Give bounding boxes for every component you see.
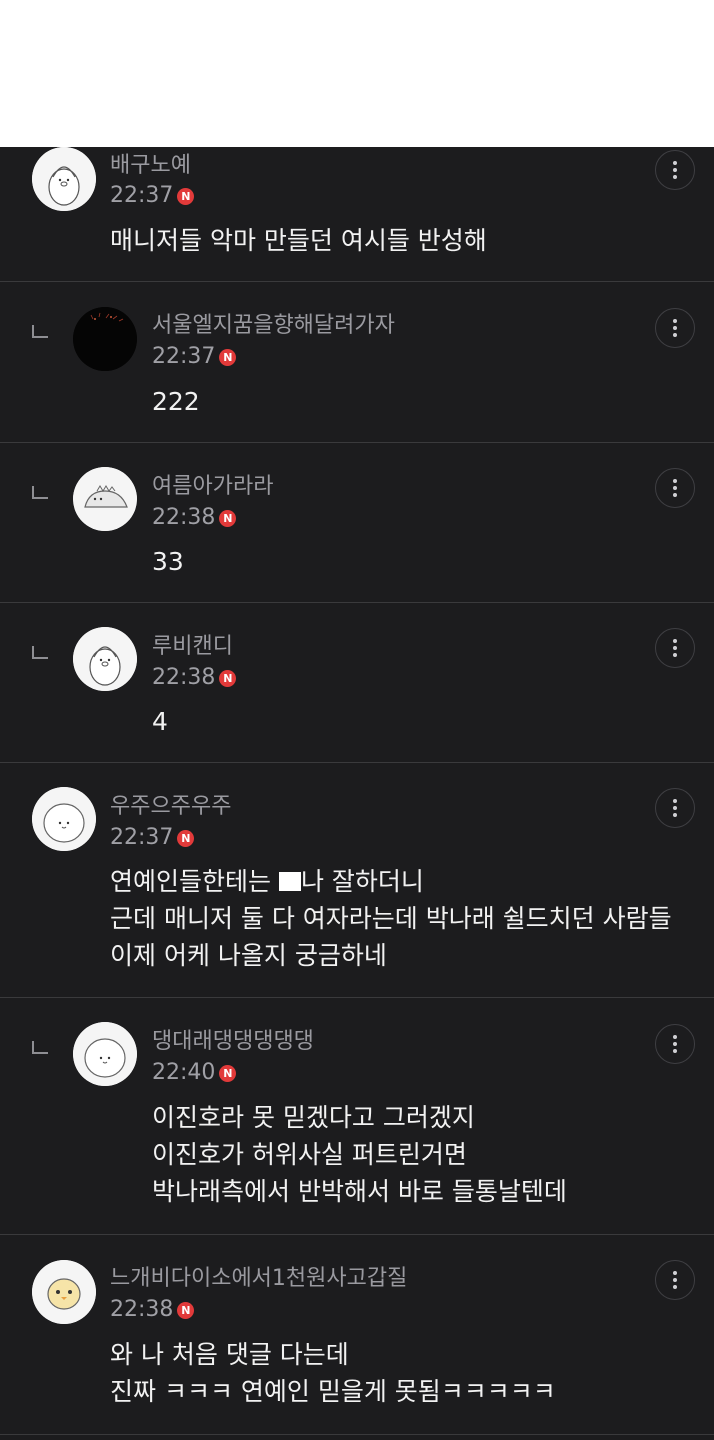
more-options-button[interactable]	[655, 150, 695, 190]
new-badge: N	[177, 830, 195, 847]
more-options-button[interactable]	[655, 1024, 695, 1064]
reply-arrow-icon	[32, 325, 48, 338]
more-dot	[673, 1035, 677, 1039]
new-badge: N	[219, 1065, 237, 1082]
comment-time: 22:37 N	[152, 343, 237, 371]
comment-timestamp: 22:38	[110, 1297, 174, 1322]
more-options-button[interactable]	[655, 1260, 695, 1300]
comment-timestamp: 22:37	[152, 344, 216, 369]
comment-text-line: 진짜 ㅋㅋㅋ 연예인 믿을게 못됨ㅋㅋㅋㅋㅋ	[110, 1377, 556, 1406]
comment-text-segment: 나 잘하더니	[300, 867, 424, 896]
comment-time: 22:40 N	[152, 1059, 237, 1087]
comment-body: 매니저들 악마 만들던 여시들 반성해	[110, 222, 487, 259]
comment-nickname[interactable]: 댕대래댕댕댕댕댕	[152, 1028, 314, 1056]
more-dot	[673, 1285, 677, 1289]
comment-timestamp: 22:37	[110, 825, 174, 850]
new-badge: N	[177, 188, 195, 205]
comment-text-segment: 연예인들한테는	[110, 867, 279, 896]
top-blank-area	[0, 0, 714, 147]
comment-time: 22:38 N	[152, 664, 237, 692]
comment-time: 22:37 N	[110, 182, 195, 210]
comment-timestamp: 22:38	[152, 665, 216, 690]
reply-arrow-icon	[32, 486, 48, 499]
comment-nickname[interactable]: 우주으주우주	[110, 793, 231, 821]
censored-block	[278, 872, 301, 891]
more-dot	[673, 333, 677, 337]
more-dot	[673, 799, 677, 803]
penguin-character-icon[interactable]	[32, 147, 96, 211]
comment-nickname[interactable]: 루비캔디	[152, 633, 233, 661]
comment-body: 33	[152, 543, 184, 580]
comment-text-line: 근데 매니저 둘 다 여자라는데 박나래 쉴드치던 사람들	[110, 904, 672, 933]
more-dot	[673, 646, 677, 650]
comment-time: 22:38 N	[110, 1296, 195, 1324]
reply-arrow-icon	[32, 646, 48, 659]
comment-item: 우주으주우주 22:37 N 연예인들한테는 나 잘하더니 근데 매니저 둘 다 …	[0, 763, 714, 998]
comment-text-line: 박나래측에서 반박해서 바로 들통날텐데	[152, 1177, 567, 1206]
new-badge: N	[219, 349, 237, 366]
new-badge: N	[219, 510, 237, 527]
reply-item: 서울엘지꿈을향해달려가자 22:37 N 222	[0, 282, 714, 443]
more-dot	[673, 486, 677, 490]
more-dot	[673, 639, 677, 643]
chick-character-icon[interactable]	[32, 1260, 96, 1324]
more-options-button[interactable]	[655, 468, 695, 508]
comment-time: 22:37 N	[110, 824, 195, 852]
comment-nickname[interactable]: 여름아가라라	[152, 473, 273, 501]
more-options-button[interactable]	[655, 308, 695, 348]
reply-item: 여름아가라라 22:38 N 33	[0, 443, 714, 603]
comment-body: 4	[152, 703, 168, 740]
more-dot	[673, 1049, 677, 1053]
comment-text-line: 매니저들 악마 만들던 여시들 반성해	[110, 226, 487, 255]
comment-text-line: 와 나 처음 댓글 다는데	[110, 1340, 349, 1369]
reply-item: 루비캔디 22:38 N 4	[0, 603, 714, 763]
new-badge: N	[177, 1302, 195, 1319]
more-dot	[673, 479, 677, 483]
comment-timestamp: 22:37	[110, 183, 174, 208]
reply-item: 댕대래댕댕댕댕댕 22:40 N 이진호라 못 믿겠다고 그러겠지 이진호가 허위…	[0, 998, 714, 1235]
comment-text-line: 이제 어케 나올지 궁금하네	[110, 941, 387, 970]
comment-text-line: 33	[152, 547, 184, 576]
round-character-icon[interactable]	[73, 1022, 137, 1086]
more-dot	[673, 806, 677, 810]
comment-item: 느개비다이소에서1천원사고갑질 22:38 N 와 나 처음 댓글 다는데 진짜 …	[0, 1235, 714, 1435]
comment-nickname[interactable]: 느개비다이소에서1천원사고갑질	[110, 1265, 407, 1293]
fireworks-photo-icon[interactable]	[73, 307, 137, 371]
comment-time: 22:38 N	[152, 504, 237, 532]
comment-body: 이진호라 못 믿겠다고 그러겠지 이진호가 허위사실 퍼트린거면 박나래측에서 …	[152, 1099, 567, 1210]
more-options-button[interactable]	[655, 628, 695, 668]
comment-text-line: 222	[152, 387, 200, 416]
comment-nickname[interactable]: 배구노예	[110, 152, 191, 180]
comment-body: 연예인들한테는 나 잘하더니 근데 매니저 둘 다 여자라는데 박나래 쉴드치던…	[110, 863, 672, 974]
comment-text-line: 이진호가 허위사실 퍼트린거면	[152, 1140, 467, 1169]
more-dot	[673, 1271, 677, 1275]
comment-nickname[interactable]: 서울엘지꿈을향해달려가자	[152, 312, 395, 340]
more-dot	[673, 319, 677, 323]
penguin-character-icon[interactable]	[73, 627, 137, 691]
more-dot	[673, 1042, 677, 1046]
more-options-button[interactable]	[655, 788, 695, 828]
more-dot	[673, 326, 677, 330]
comment-text-line: 연예인들한테는 나 잘하더니	[110, 863, 672, 900]
new-badge: N	[219, 670, 237, 687]
more-dot	[673, 161, 677, 165]
comment-text-line: 이진호라 못 믿겠다고 그러겠지	[152, 1103, 475, 1132]
comment-body: 222	[152, 383, 200, 420]
round-character-icon[interactable]	[32, 787, 96, 851]
more-dot	[673, 168, 677, 172]
comment-text-line: 4	[152, 707, 168, 736]
more-dot	[673, 175, 677, 179]
more-dot	[673, 813, 677, 817]
reply-arrow-icon	[32, 1041, 48, 1054]
dinosaur-character-icon[interactable]	[73, 467, 137, 531]
more-dot	[673, 653, 677, 657]
comment-timestamp: 22:38	[152, 505, 216, 530]
comment-body: 와 나 처음 댓글 다는데 진짜 ㅋㅋㅋ 연예인 믿을게 못됨ㅋㅋㅋㅋㅋ	[110, 1336, 556, 1410]
comment-timestamp: 22:40	[152, 1060, 216, 1085]
comment-item: 배구노예 22:37 N 매니저들 악마 만들던 여시들 반성해	[0, 147, 714, 282]
more-dot	[673, 493, 677, 497]
more-dot	[673, 1278, 677, 1282]
